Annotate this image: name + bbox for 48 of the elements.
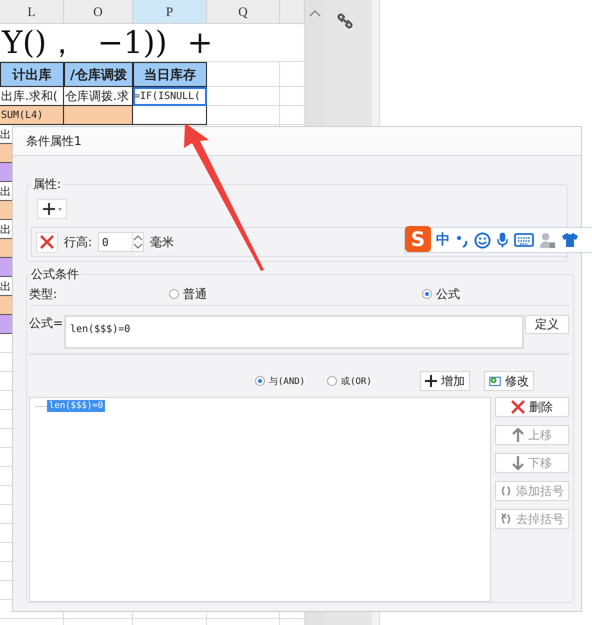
dialog-title: 条件属性1 xyxy=(26,132,82,150)
header-cell[interactable]: /仓库调拨 xyxy=(64,62,133,87)
language-mode[interactable]: 中 xyxy=(436,231,450,249)
add-button[interactable]: 增加 xyxy=(420,371,470,391)
radio-option[interactable]: 公式 xyxy=(422,286,460,302)
smiley-icon[interactable] xyxy=(474,232,491,248)
table-cell[interactable] xyxy=(64,106,133,125)
shirt-icon[interactable] xyxy=(561,232,579,248)
radio-option[interactable]: 普通 xyxy=(169,286,207,302)
link-icon[interactable] xyxy=(337,13,353,29)
close-icon xyxy=(511,400,526,414)
formula-field[interactable]: len($$$)=0 xyxy=(64,315,524,349)
field-label: 公式= xyxy=(29,315,64,332)
table-cell[interactable]: SUM(L4) xyxy=(0,106,64,125)
define-button[interactable]: 定义 xyxy=(525,315,570,334)
plus-icon xyxy=(424,375,437,387)
edit-button[interactable]: 修改 xyxy=(484,371,534,391)
column-header[interactable]: L xyxy=(0,0,64,24)
plus-icon xyxy=(40,202,64,216)
arrow-up-icon xyxy=(512,428,524,442)
radio-option[interactable]: 与(AND) xyxy=(255,374,306,388)
table-cell[interactable] xyxy=(133,106,207,125)
close-icon xyxy=(40,235,54,249)
formula-text: Y()， −1)) + xyxy=(0,24,213,62)
parentheses-icon xyxy=(500,484,512,498)
unit-label: 毫米 xyxy=(150,234,174,250)
column-header[interactable]: O xyxy=(64,0,133,24)
header-cell[interactable]: 当日库存 xyxy=(133,62,207,87)
microphone-icon[interactable] xyxy=(496,231,509,249)
field-label: 类型: xyxy=(29,286,58,302)
arrow-down-icon xyxy=(512,456,524,470)
group-label: 属性: xyxy=(32,176,62,193)
table-cell[interactable]: =IF(ISNULL( xyxy=(133,87,207,106)
column-header[interactable]: P xyxy=(133,0,207,24)
spinner-icon[interactable] xyxy=(132,233,144,251)
list-action-button[interactable]: 删除 xyxy=(495,397,570,417)
scroll-up-icon[interactable] xyxy=(309,9,321,17)
header-cell[interactable]: 计出库 xyxy=(0,62,64,87)
number-field[interactable]: 0 xyxy=(98,232,144,252)
user-icon[interactable] xyxy=(539,232,556,248)
group-label: 公式条件 xyxy=(30,266,80,283)
keyboard-icon[interactable] xyxy=(514,233,534,247)
column-header[interactable]: Q xyxy=(207,0,280,24)
add-dropdown-button[interactable] xyxy=(37,199,67,219)
delete-button[interactable] xyxy=(36,232,58,252)
field-label: 行高: xyxy=(64,234,92,250)
radio-option[interactable]: 或(OR) xyxy=(327,374,372,388)
remove-parentheses-icon xyxy=(500,512,512,526)
